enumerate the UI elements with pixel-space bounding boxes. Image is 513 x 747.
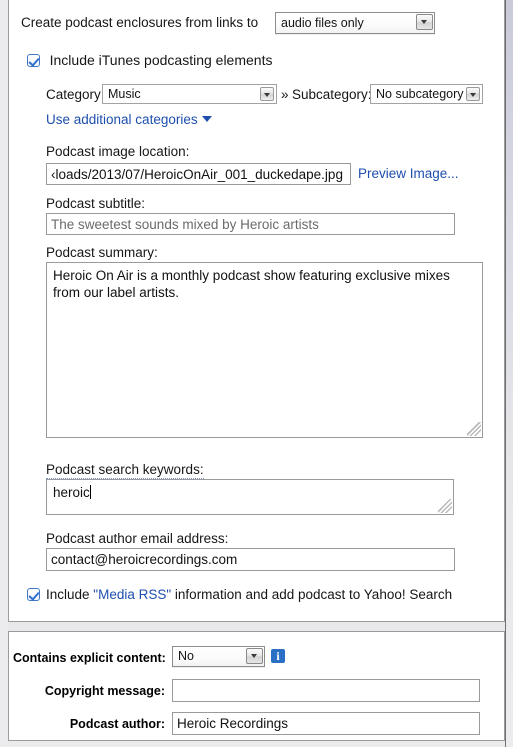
- info-icon[interactable]: [271, 648, 285, 664]
- category-select[interactable]: Music: [102, 84, 277, 104]
- media-rss-link[interactable]: "Media RSS": [93, 587, 171, 602]
- chevron-down-icon: [246, 648, 263, 664]
- summary-textarea[interactable]: Heroic On Air is a monthly podcast show …: [46, 262, 483, 438]
- author-input[interactable]: Heroic Recordings: [172, 712, 480, 735]
- podcast-meta-panel: Contains explicit content: No Copyright …: [8, 631, 505, 741]
- category-separator: »: [281, 87, 289, 102]
- media-rss-row[interactable]: Include "Media RSS" information and add …: [27, 587, 452, 602]
- image-location-label: Podcast image location:: [46, 144, 190, 159]
- category-label: Category:: [46, 87, 105, 102]
- subcategory-label-wrap: Subcategory:: [292, 87, 372, 102]
- itunes-podcasting-panel: Create podcast enclosures from links to …: [8, 0, 505, 622]
- subcategory-select[interactable]: No subcategory: [370, 84, 483, 104]
- chevron-down-icon: [416, 14, 433, 30]
- window-bottom-edge: [8, 741, 505, 747]
- additional-categories-label: Use additional categories: [46, 112, 198, 127]
- resize-handle-icon[interactable]: [467, 422, 481, 436]
- enclosures-label: Create podcast enclosures from links to: [21, 15, 259, 30]
- separator-text: »: [281, 87, 289, 102]
- keywords-label-text: Podcast search keywords:: [46, 462, 204, 479]
- explicit-select[interactable]: No: [172, 646, 265, 667]
- window-right-edge: [505, 0, 513, 747]
- media-rss-checkbox[interactable]: [27, 588, 40, 601]
- enclosures-row: Create podcast enclosures from links to: [21, 15, 258, 30]
- copyright-label-wrap: Copyright message:: [13, 683, 165, 698]
- media-rss-text-before: Include: [46, 587, 94, 602]
- explicit-label-wrap: Contains explicit content:: [13, 650, 166, 665]
- category-label-wrap: Category:: [46, 87, 105, 102]
- copyright-input[interactable]: [172, 679, 480, 702]
- resize-handle-icon[interactable]: [438, 499, 452, 513]
- keywords-label-wrap: Podcast search keywords:: [46, 462, 204, 479]
- enclosures-select[interactable]: audio files only: [275, 12, 435, 34]
- author-email-input[interactable]: contact@heroicrecordings.com: [46, 548, 455, 571]
- category-select-value: Music: [108, 87, 141, 101]
- window-left-edge: [0, 0, 8, 747]
- subcategory-select-value: No subcategory: [376, 87, 464, 101]
- image-location-label-wrap: Podcast image location:: [46, 144, 189, 159]
- chevron-down-icon: [201, 116, 212, 122]
- subcategory-label: Subcategory:: [292, 87, 372, 102]
- explicit-label: Contains explicit content:: [13, 651, 166, 665]
- include-itunes-row[interactable]: Include iTunes podcasting elements: [27, 52, 272, 68]
- subtitle-label: Podcast subtitle:: [46, 196, 146, 211]
- author-label: Podcast author:: [69, 717, 165, 731]
- keywords-textarea-value: heroic: [53, 485, 90, 500]
- keywords-textarea[interactable]: heroic: [46, 479, 454, 515]
- summary-label-wrap: Podcast summary:: [46, 245, 158, 260]
- additional-categories-link[interactable]: Use additional categories: [46, 112, 212, 127]
- author-label-wrap: Podcast author:: [13, 716, 165, 731]
- media-rss-text-after: information and add podcast to Yahoo! Se…: [171, 587, 453, 602]
- summary-textarea-value: Heroic On Air is a monthly podcast show …: [53, 268, 450, 300]
- subtitle-input[interactable]: The sweetest sounds mixed by Heroic arti…: [46, 213, 455, 235]
- chevron-down-icon: [466, 87, 480, 101]
- keywords-label: Podcast search keywords:: [46, 462, 204, 479]
- text-caret: [89, 485, 91, 499]
- summary-label: Podcast summary:: [46, 245, 158, 260]
- preview-image-link[interactable]: Preview Image...: [358, 166, 459, 181]
- author-email-label-wrap: Podcast author email address:: [46, 531, 228, 546]
- copyright-label: Copyright message:: [44, 684, 165, 698]
- author-email-label: Podcast author email address:: [46, 531, 229, 546]
- subtitle-label-wrap: Podcast subtitle:: [46, 196, 145, 211]
- explicit-select-value: No: [178, 649, 194, 663]
- preview-image-label: Preview Image...: [358, 166, 459, 181]
- include-itunes-checkbox[interactable]: [27, 54, 40, 67]
- chevron-down-icon: [260, 87, 274, 101]
- image-location-input[interactable]: ‹loads/2013/07/HeroicOnAir_001_duckedape…: [46, 163, 351, 185]
- enclosures-select-value: audio files only: [281, 16, 364, 30]
- include-itunes-label: Include iTunes podcasting elements: [49, 52, 273, 68]
